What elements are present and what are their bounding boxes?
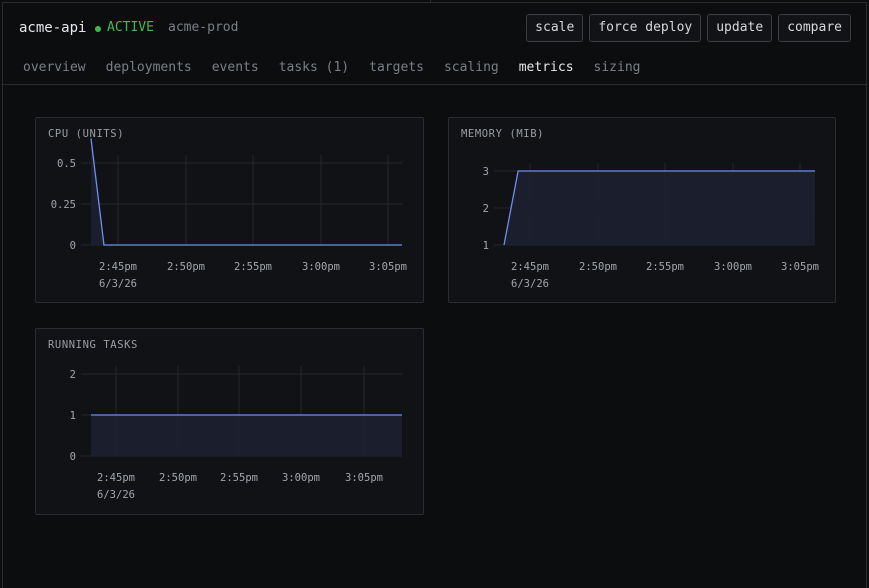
service-header: acme-api ACTIVE acme-prod scale force de… [19,14,851,42]
x-tick-label: 2:50pm [167,261,205,273]
tab-overview[interactable]: overview [23,60,86,75]
y-tick-label: 0.25 [51,199,76,211]
x-tick-label: 2:45pm [99,261,137,273]
running-tasks-chart-card: RUNNING TASKS 0 1 2 2:45pm 2:50pm 2:55pm 3:00p… [35,328,424,515]
force-deploy-button[interactable]: force deploy [589,14,702,42]
tab-tasks[interactable]: tasks (1) [279,60,349,75]
status-badge: ACTIVE [107,20,154,35]
tab-sizing[interactable]: sizing [594,60,641,75]
action-buttons: scale force deploy update compare [526,14,851,42]
series-area [504,171,815,245]
cpu-chart: 0 0.25 0.5 2:45pm 2:50pm 2:55pm 3:00pm 3:05pm 6/… [51,138,407,290]
compare-button[interactable]: compare [778,14,851,42]
tab-divider [3,84,866,85]
top-divider [430,0,431,3]
x-tick-label: 2:45pm [511,261,549,273]
memory-chart: 1 2 3 2:45pm 2:50pm 2:55pm 3:00pm 3:05pm 6/3/26 [483,163,819,290]
memory-chart-card: MEMORY (MIB) 1 2 3 2:45pm 2:50pm 2:55pm 3:00pm… [448,117,836,303]
tab-events[interactable]: events [212,60,259,75]
x-tick-label: 3:00pm [282,472,320,484]
tab-metrics[interactable]: metrics [519,60,574,75]
x-tick-label: 3:05pm [345,472,383,484]
series-line [90,138,402,246]
y-tick-label: 0.5 [57,158,76,170]
y-tick-label: 0 [70,451,76,463]
x-tick-label: 3:00pm [302,261,340,273]
tab-bar: overview deployments events tasks (1) ta… [23,60,641,75]
x-tick-label: 3:05pm [781,261,819,273]
update-button[interactable]: update [707,14,773,42]
running-tasks-chart: 0 1 2 2:45pm 2:50pm 2:55pm 3:00pm 3:05pm 6/3/26 [70,366,402,501]
x-tick-label: 2:50pm [579,261,617,273]
x-tick-label: 3:05pm [369,261,407,273]
tab-scaling[interactable]: scaling [444,60,499,75]
series-area [91,415,402,456]
x-tick-label: 3:00pm [714,261,752,273]
x-tick-label: 2:55pm [234,261,272,273]
x-date-label: 6/3/26 [511,278,549,290]
x-tick-label: 2:45pm [97,472,135,484]
y-tick-label: 2 [483,203,489,215]
y-tick-label: 3 [483,166,489,178]
cpu-chart-card: CPU (UNITS) 0 0.25 0.5 2:45pm 2:50pm 2:55pm 3:… [35,117,424,303]
tab-deployments[interactable]: deployments [106,60,192,75]
x-tick-label: 2:55pm [646,261,684,273]
x-tick-label: 2:50pm [159,472,197,484]
x-tick-label: 2:55pm [220,472,258,484]
scale-button[interactable]: scale [526,14,584,42]
y-tick-label: 1 [70,410,76,422]
tab-targets[interactable]: targets [369,60,424,75]
status-dot-icon [95,26,101,32]
y-tick-label: 2 [70,369,76,381]
x-date-label: 6/3/26 [99,278,137,290]
series-area [91,138,402,245]
service-name: acme-api [19,20,87,36]
y-tick-label: 1 [483,240,489,252]
x-date-label: 6/3/26 [97,489,135,501]
y-tick-label: 0 [70,240,76,252]
cluster-name: acme-prod [168,20,239,35]
